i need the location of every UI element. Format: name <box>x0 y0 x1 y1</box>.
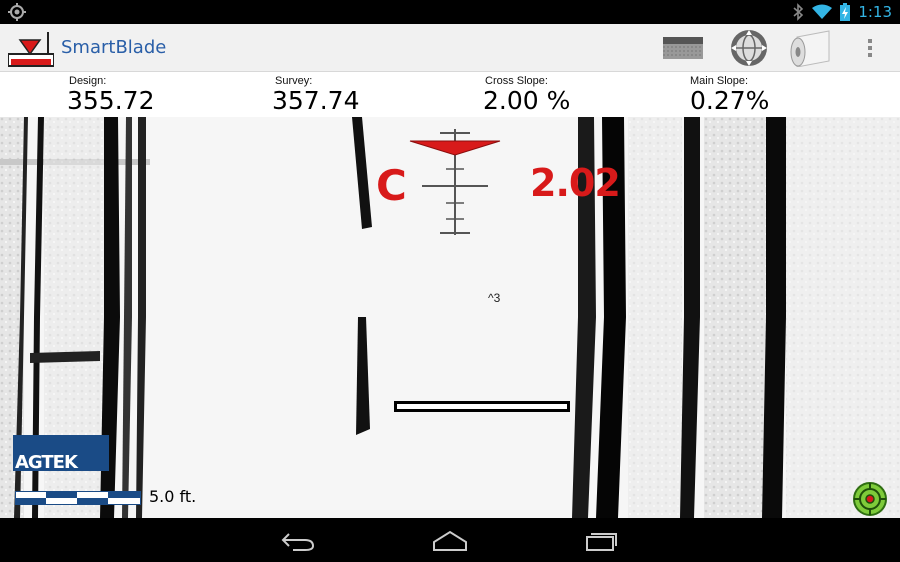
design-value: 355.72 <box>67 86 155 115</box>
home-icon <box>433 530 467 551</box>
notification-icon <box>8 3 26 21</box>
map-view[interactable]: C 2.02 ^3 AGTEK 5.0 ft. <box>0 117 900 518</box>
overflow-menu-button[interactable] <box>858 28 882 68</box>
smartblade-logo[interactable] <box>8 32 54 68</box>
bluetooth-icon <box>793 3 804 21</box>
paper-roll-button[interactable] <box>788 28 834 68</box>
gps-locate-icon[interactable] <box>852 481 888 517</box>
surface-icon <box>663 37 703 59</box>
status-bar: 1:13 <box>0 0 900 24</box>
recent-apps-icon <box>586 533 617 551</box>
blade-marker <box>394 401 570 412</box>
scale-label: 5.0 ft. <box>149 487 197 506</box>
back-icon <box>281 533 315 551</box>
clock: 1:13 <box>858 3 892 21</box>
globe-button[interactable] <box>728 28 770 68</box>
grade-value: 2.02 <box>530 161 621 205</box>
scale-bar <box>15 491 141 505</box>
cursor-mark: ^3 <box>488 291 501 305</box>
survey-value: 357.74 <box>272 86 360 115</box>
action-bar: SmartBlade <box>0 24 900 72</box>
cross-slope-value: 2.00 % <box>483 86 571 115</box>
navigation-bar <box>0 518 900 562</box>
surface-view-button[interactable] <box>662 28 704 68</box>
back-button[interactable] <box>268 526 328 556</box>
overflow-menu-icon <box>868 39 872 57</box>
battery-icon <box>840 3 851 21</box>
wifi-icon <box>812 4 833 19</box>
grade-indicator <box>409 129 501 235</box>
home-button[interactable] <box>420 526 480 556</box>
recent-apps-button[interactable] <box>572 526 632 556</box>
globe-icon <box>731 30 767 66</box>
readings-panel: Design: 355.72 Survey: 357.74 Cross Slop… <box>0 72 900 117</box>
app-title: SmartBlade <box>61 37 167 58</box>
agtek-logo-text: AGTEK <box>15 452 78 473</box>
paper-roll-icon <box>790 30 830 67</box>
grade-letter: C <box>376 161 407 210</box>
agtek-logo: AGTEK <box>13 435 109 473</box>
main-slope-value: 0.27% <box>690 86 770 115</box>
